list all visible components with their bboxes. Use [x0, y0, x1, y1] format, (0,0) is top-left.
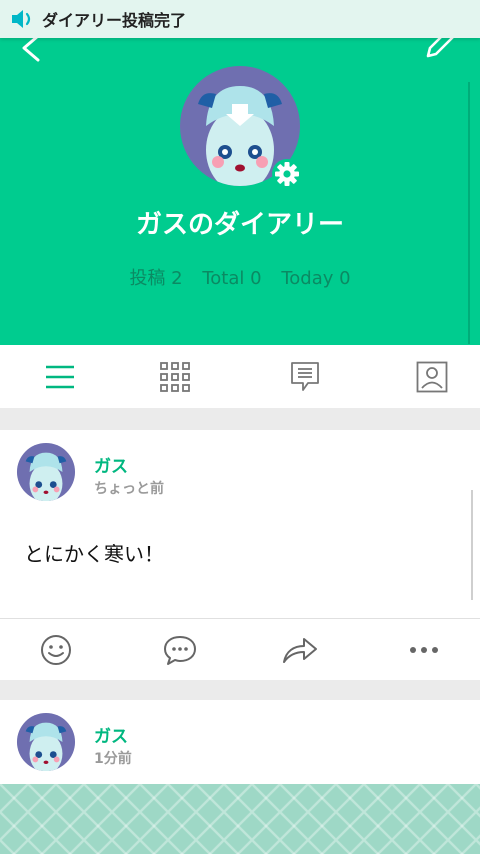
character-avatar-icon — [16, 442, 76, 502]
gear-icon — [272, 159, 302, 189]
avatar-settings-button[interactable] — [270, 157, 304, 191]
comment-icon — [291, 361, 319, 391]
more-icon — [410, 647, 438, 653]
more-button[interactable] — [404, 630, 444, 670]
post-card[interactable]: ガス 1分前 — [0, 700, 480, 784]
notification-text: ダイアリー投稿完了 — [42, 11, 187, 30]
total-count: Total 0 — [202, 268, 262, 289]
speaker-icon — [12, 10, 31, 28]
post-time: ちょっと前 — [94, 481, 164, 497]
post-count: 投稿 2 — [129, 268, 183, 289]
post-author[interactable]: ガス — [94, 452, 128, 477]
comment-button[interactable] — [160, 630, 200, 670]
grid-icon — [160, 361, 190, 392]
share-button[interactable] — [280, 630, 320, 670]
today-count: Today 0 — [281, 268, 351, 289]
list-icon — [46, 365, 74, 388]
smiley-icon — [41, 635, 71, 665]
tab-bar — [0, 345, 480, 408]
post-author-avatar[interactable] — [16, 712, 76, 772]
character-avatar-icon — [16, 712, 76, 772]
post-body: とにかく寒い！ — [24, 542, 164, 566]
like-button[interactable] — [36, 630, 76, 670]
share-arrow-icon — [283, 638, 317, 663]
post-author-avatar[interactable] — [16, 442, 76, 502]
post-card[interactable]: ガス ちょっと前 とにかく寒い！ — [0, 430, 480, 680]
diary-stats: 投稿 2 Total 0 Today 0 — [0, 264, 480, 290]
post-time: 1分前 — [94, 751, 132, 767]
diary-title: ガスのダイアリー — [135, 210, 344, 240]
tab-list[interactable] — [0, 345, 120, 408]
tab-profile[interactable] — [372, 345, 480, 408]
post-scrollbar — [471, 490, 473, 600]
notification-banner: ダイアリー投稿完了 — [0, 0, 480, 38]
tab-comments[interactable] — [245, 345, 365, 408]
background-pattern — [0, 784, 480, 854]
tab-grid[interactable] — [115, 345, 235, 408]
speech-bubble-icon — [164, 636, 196, 665]
profile-icon — [416, 361, 448, 392]
divider — [0, 618, 480, 619]
post-author[interactable]: ガス — [94, 722, 128, 747]
